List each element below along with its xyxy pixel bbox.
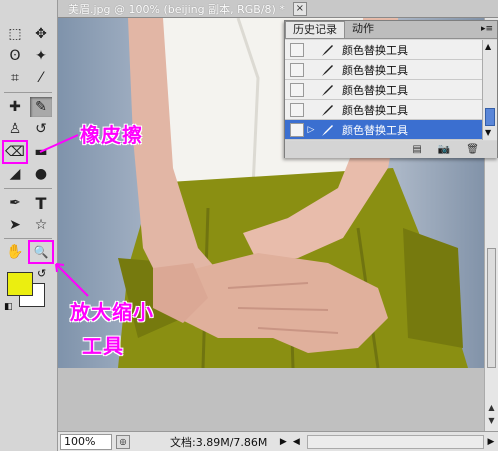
tools-panel: ⬚ ✥ ʘ ✦ ⌗ ⁄ ✚ ✎ ♙ ↺ ⌫ ▬ ◢ ● ✒ T ➤ ☆ ✋ 🔍 … (0, 0, 58, 451)
history-step-label: 颜色替换工具 (342, 63, 408, 77)
shape-tool-icon[interactable]: ☆ (30, 215, 52, 235)
tab-actions[interactable]: 动作 (345, 21, 381, 38)
tab-history[interactable]: 历史记录 (285, 21, 345, 38)
history-source-checkbox[interactable] (290, 82, 304, 97)
type-tool-icon[interactable]: T (30, 193, 52, 213)
trash-icon[interactable]: 🗑 (466, 144, 479, 155)
history-step[interactable]: 颜色替换工具 (285, 40, 483, 60)
status-bar: 100% ◎ 文档:3.89M/7.86M ▶ ◀ ▶ (58, 431, 498, 451)
history-panel-tabs: 历史记录 动作 ▸≡ (285, 21, 497, 39)
path-selection-tool-icon[interactable]: ➤ (4, 215, 26, 235)
vertical-scroll-thumb[interactable] (487, 248, 496, 368)
history-footer: ▤ 📷 🗑 (285, 141, 497, 158)
brush-tool-icon[interactable]: ✎ (30, 97, 52, 117)
history-step-label: 颜色替换工具 (342, 123, 408, 137)
brush-icon (318, 83, 336, 97)
brush-icon (318, 123, 336, 137)
pen-tool-icon[interactable]: ✒ (4, 193, 26, 213)
history-list: 颜色替换工具 颜色替换工具 颜色替换工具 颜色替换工具 ▷ 颜色替换工具 (285, 40, 483, 140)
history-brush-tool-icon[interactable]: ↺ (30, 119, 52, 139)
history-source-checkbox[interactable] (290, 102, 304, 117)
history-step[interactable]: 颜色替换工具 (285, 60, 483, 80)
snapshot-camera-icon[interactable]: 📷 (438, 144, 450, 155)
scroll-down-arrow-icon[interactable]: ▼ (485, 128, 491, 137)
zoom-level-field[interactable]: 100% (60, 433, 112, 450)
foreground-color-swatch[interactable] (7, 272, 33, 296)
move-tool-icon[interactable]: ✥ (30, 24, 52, 44)
history-source-checkbox[interactable] (290, 122, 304, 137)
history-scrollbar[interactable]: ▲ ▼ (482, 40, 497, 140)
healing-brush-tool-icon[interactable]: ✚ (4, 97, 26, 117)
gradient-tool-icon[interactable]: ▬ (30, 142, 52, 162)
status-menu-icon[interactable]: ◎ (116, 434, 130, 449)
document-size-info: 文档:3.89M/7.86M (170, 435, 268, 449)
status-expand-arrow-icon[interactable]: ▶ (277, 437, 289, 447)
eraser-annotation: 橡皮擦 (80, 123, 143, 147)
scroll-left-arrow-icon[interactable]: ◀ (289, 437, 303, 447)
history-step-label: 颜色替换工具 (342, 103, 408, 117)
brush-icon (318, 43, 336, 57)
swap-colors-icon[interactable]: ↺ (37, 267, 46, 280)
hand-tool-icon[interactable]: ✋ (4, 242, 26, 262)
history-scroll-thumb[interactable] (485, 108, 495, 126)
document-title: 美眉.jpg @ 100% (beijing 副本, RGB/8) * (68, 2, 285, 16)
history-source-checkbox[interactable] (290, 42, 304, 57)
eyedropper-tool-icon[interactable]: ⁄ (30, 68, 52, 88)
lasso-tool-icon[interactable]: ʘ (4, 46, 26, 66)
scroll-down-arrow-icon[interactable]: ▼ (486, 416, 497, 428)
close-document-icon[interactable]: × (292, 1, 307, 16)
brush-icon (318, 103, 336, 117)
history-step-label: 颜色替换工具 (342, 83, 408, 97)
dodge-tool-icon[interactable]: ● (30, 164, 52, 184)
new-document-from-state-icon[interactable]: ▤ (412, 144, 421, 155)
marquee-tool-icon[interactable]: ⬚ (4, 24, 26, 44)
scroll-up-arrow-icon[interactable]: ▲ (485, 42, 491, 51)
brush-icon (318, 63, 336, 77)
current-state-marker-icon: ▷ (307, 124, 315, 135)
history-step-selected[interactable]: ▷ 颜色替换工具 (285, 120, 483, 140)
magic-wand-tool-icon[interactable]: ✦ (30, 46, 52, 66)
horizontal-scrollbar[interactable] (307, 434, 484, 449)
blur-tool-icon[interactable]: ◢ (4, 164, 26, 184)
panel-menu-icon[interactable]: ▸≡ (481, 24, 493, 34)
history-source-checkbox[interactable] (290, 62, 304, 77)
crop-tool-icon[interactable]: ⌗ (4, 68, 26, 88)
scroll-right-arrow-icon[interactable]: ▶ (484, 437, 498, 447)
scroll-up-arrow-icon[interactable]: ▲ (486, 403, 497, 415)
clone-stamp-tool-icon[interactable]: ♙ (4, 119, 26, 139)
default-colors-icon[interactable]: ◧ (4, 302, 13, 312)
eraser-tool-icon[interactable]: ⌫ (2, 140, 28, 164)
history-panel: 历史记录 动作 ▸≡ 颜色替换工具 颜色替换工具 颜色替换工具 颜色替换工具 ▷… (284, 20, 498, 158)
zoom-annotation-line1: 放大缩小 (70, 300, 154, 324)
history-step-label: 颜色替换工具 (342, 43, 408, 57)
zoom-annotation-line2: 工具 (82, 334, 124, 358)
document-tab[interactable]: 美眉.jpg @ 100% (beijing 副本, RGB/8) * × (58, 0, 498, 18)
zoom-tool-icon[interactable]: 🔍 (28, 240, 54, 264)
history-step[interactable]: 颜色替换工具 (285, 100, 483, 120)
history-step[interactable]: 颜色替换工具 (285, 80, 483, 100)
